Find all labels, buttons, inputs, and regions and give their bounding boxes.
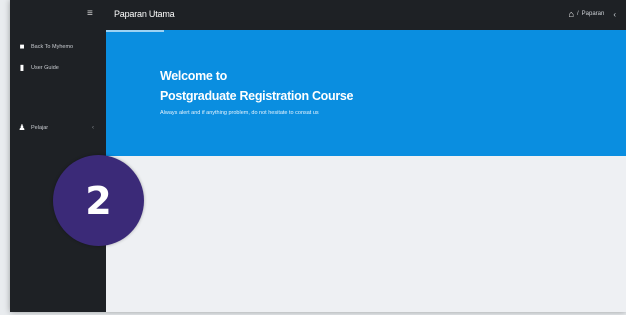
sidebar-item-user-guide[interactable]: ▮ User Guide (18, 63, 59, 72)
breadcrumb-item-paparan[interactable]: Paparan (582, 11, 605, 17)
sidebar-item-pelajar[interactable]: ♟ Pelajar ‹ (18, 123, 94, 132)
hamburger-icon[interactable]: ≡ (87, 9, 93, 19)
user-icon: ♟ (18, 123, 26, 132)
main-content (106, 156, 626, 312)
welcome-title: Welcome to (160, 69, 227, 83)
course-title: Postgraduate Registration Course (160, 89, 354, 103)
step-number-badge: 2 (53, 155, 144, 246)
welcome-banner: Welcome to Postgraduate Registration Cou… (106, 30, 626, 156)
dashboard-icon: ■ (19, 42, 25, 51)
top-navbar: ≡ Paparan Utama ⌂ / Paparan ‹ (10, 0, 626, 30)
chevron-left-icon: ‹ (92, 124, 94, 131)
page-title: Paparan Utama (114, 9, 175, 19)
sidebar-item-label: User Guide (31, 64, 59, 71)
breadcrumb: ⌂ / Paparan ‹ (569, 9, 616, 19)
home-icon[interactable]: ⌂ (569, 9, 574, 19)
welcome-subtitle: Always alert and if anything problem, do… (160, 110, 319, 116)
document-icon: ▮ (19, 63, 25, 72)
chevron-left-icon[interactable]: ‹ (613, 10, 616, 19)
breadcrumb-separator: / (576, 11, 579, 17)
sidebar-item-back-to-myhemo[interactable]: ■ Back To Myhemo (18, 42, 74, 51)
active-tab-indicator (106, 30, 164, 32)
sidebar-item-label: Back To Myhemo (31, 43, 74, 50)
sidebar-item-label: Pelajar (31, 124, 49, 131)
